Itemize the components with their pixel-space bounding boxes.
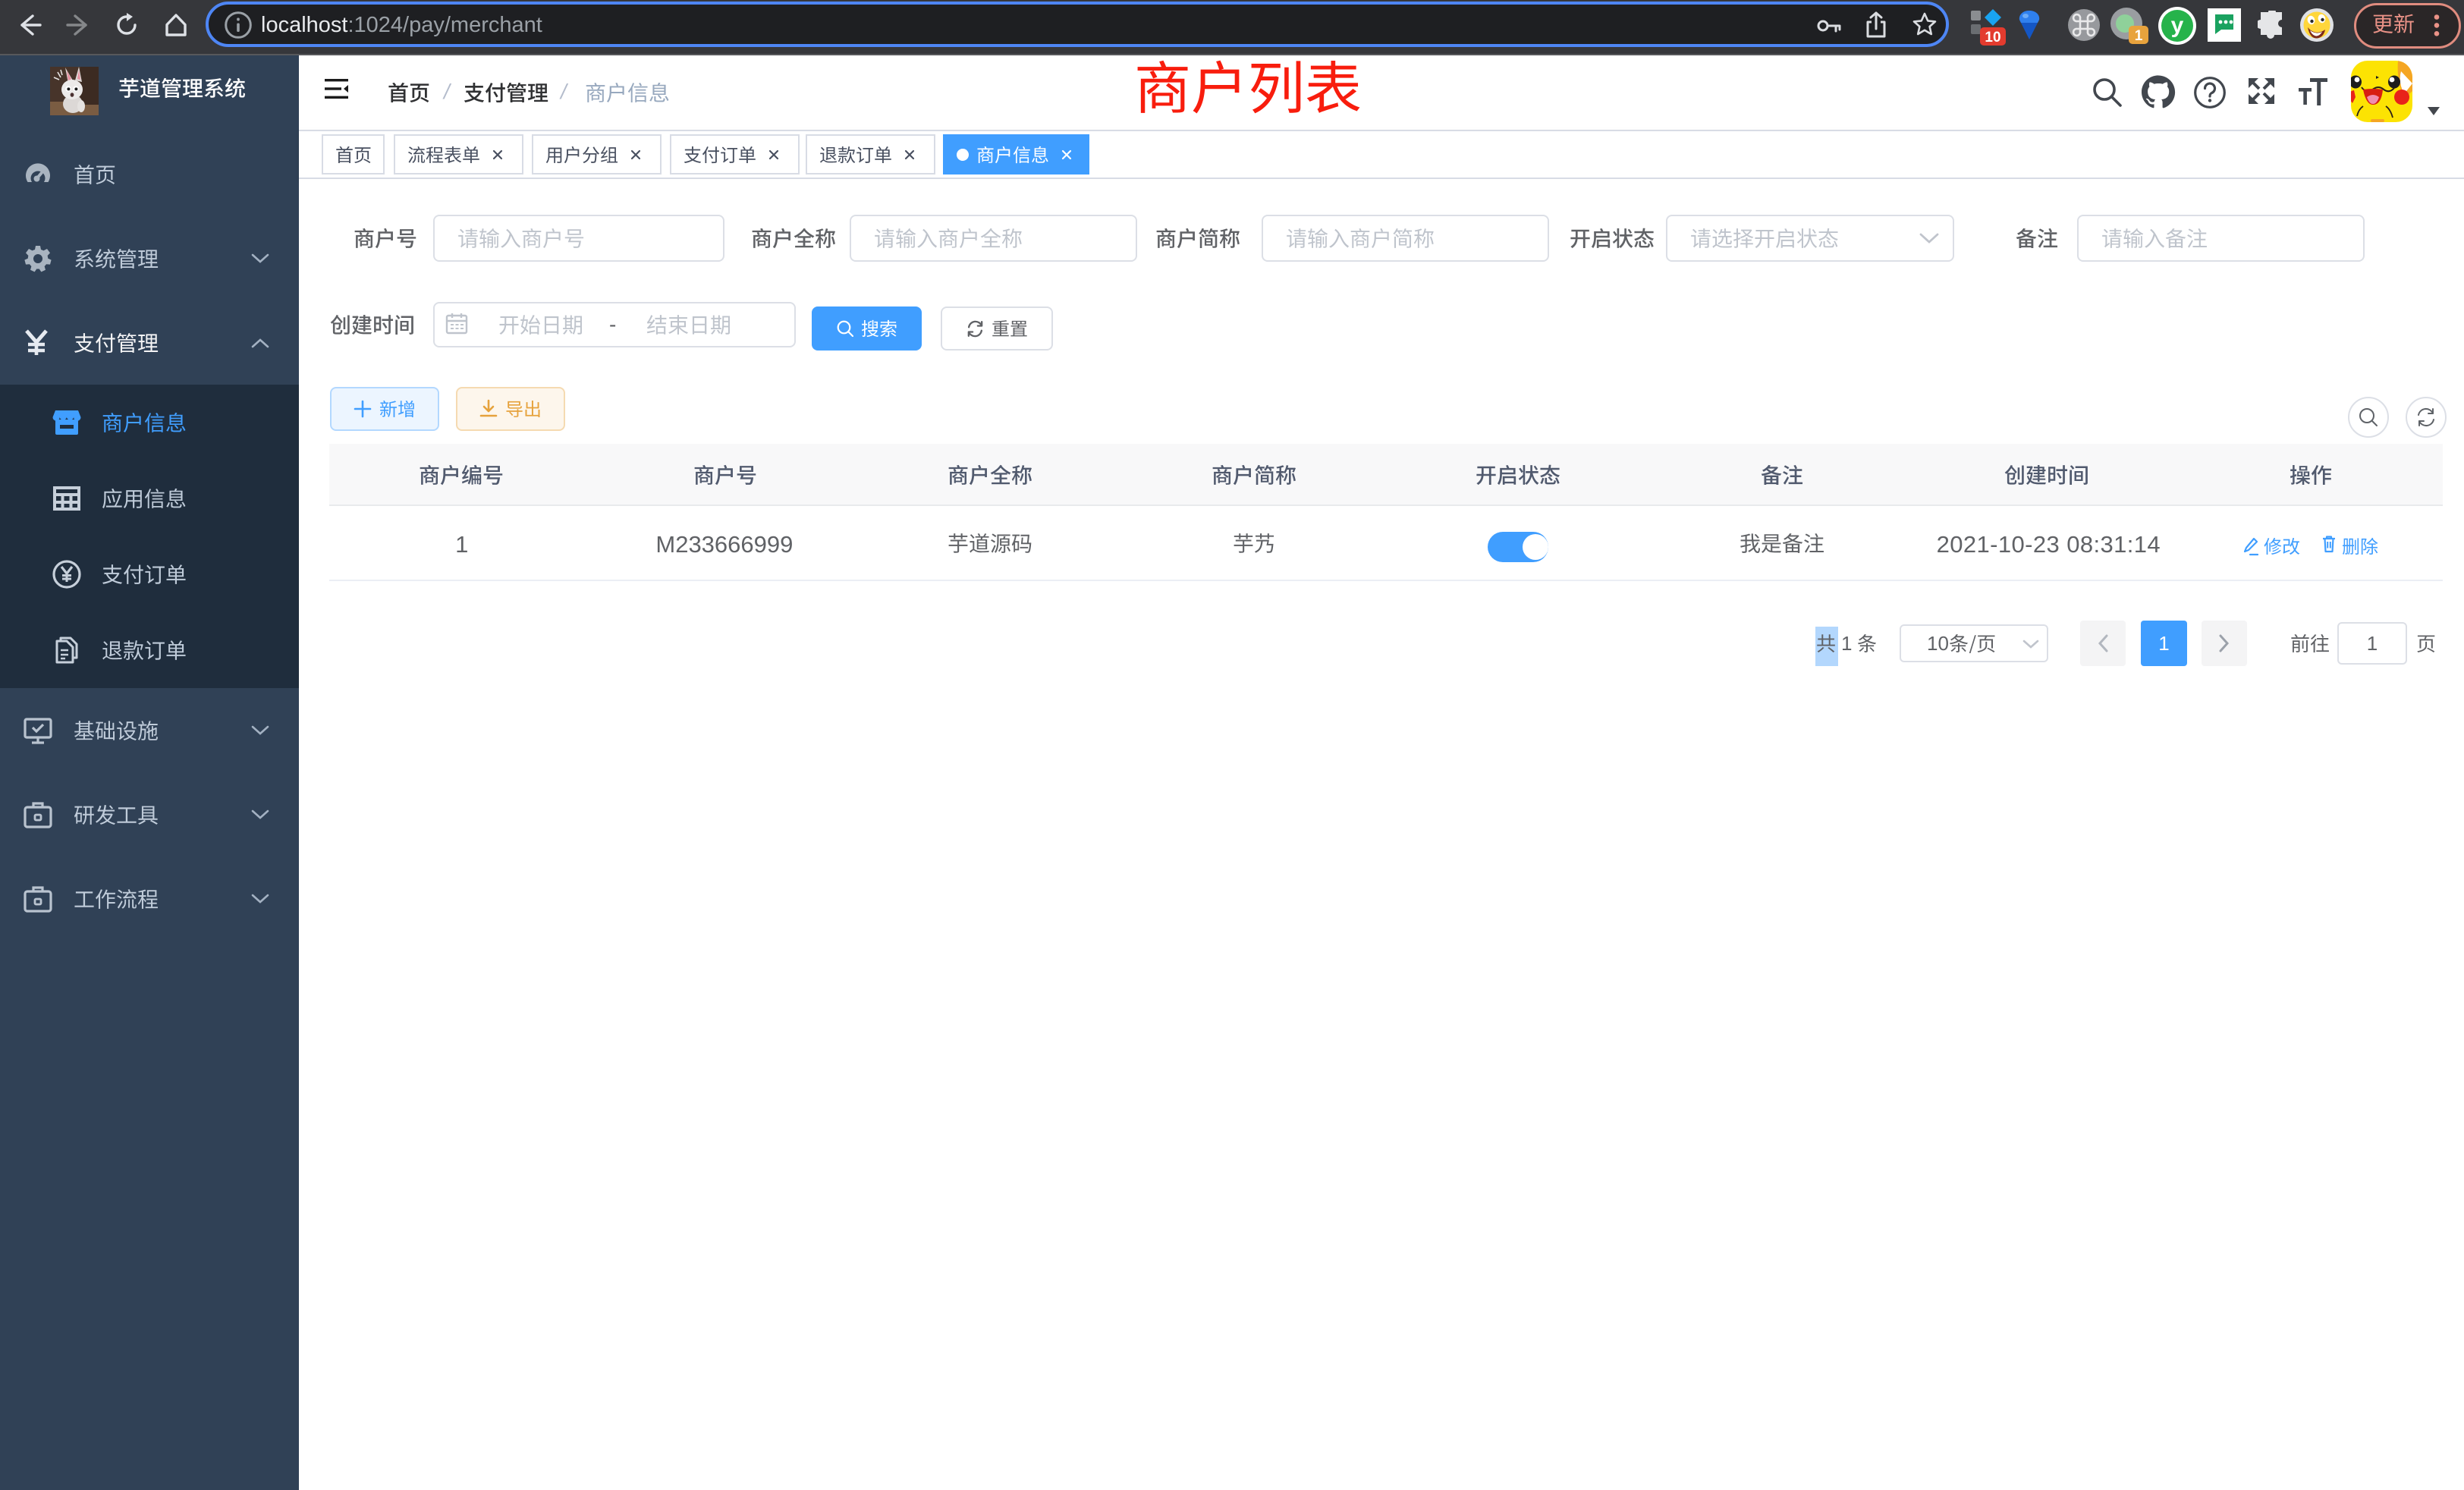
svg-text:1: 1 <box>2135 28 2143 44</box>
svg-text:10: 10 <box>1985 30 2000 46</box>
svg-text:y: y <box>2171 13 2184 38</box>
